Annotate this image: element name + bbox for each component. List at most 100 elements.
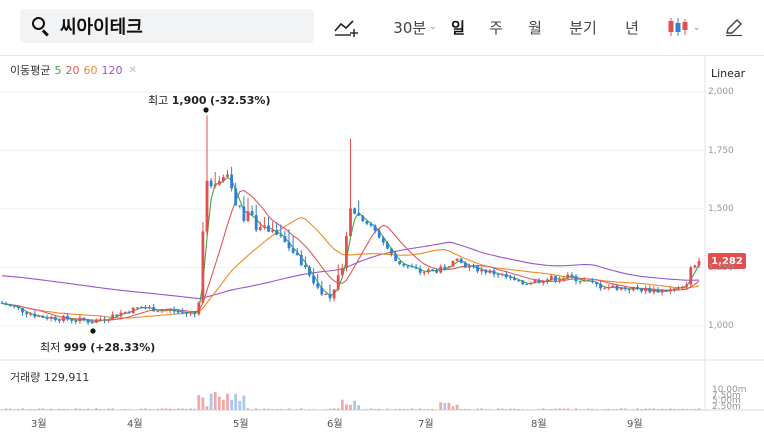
candle-body: [373, 225, 377, 231]
candle-body: [447, 266, 451, 269]
candle-body: [533, 279, 537, 284]
candle-body: [17, 306, 20, 309]
candle-body: [468, 266, 471, 268]
volume-bar: [611, 409, 615, 410]
y-tick-label: 1,500: [708, 204, 734, 214]
volume-bar: [365, 409, 369, 410]
volume-bar: [644, 408, 648, 410]
candle-body: [291, 248, 295, 253]
volume-bar: [406, 408, 410, 410]
candle-body: [140, 307, 143, 309]
candle-body: [357, 213, 361, 216]
volume-bar: [476, 408, 479, 410]
search-icon[interactable]: [30, 15, 52, 37]
x-tick-label: 5월: [233, 419, 249, 430]
tab-day[interactable]: 일: [448, 14, 468, 40]
candle-body: [4, 303, 8, 306]
volume-bar: [316, 409, 320, 410]
candle-body: [500, 274, 504, 276]
pencil-icon[interactable]: [722, 14, 746, 40]
volume-bar: [558, 408, 561, 410]
volume-bar: [258, 409, 262, 410]
candle-body: [541, 282, 545, 284]
candle-body: [119, 312, 123, 317]
volume-bar: [386, 408, 389, 410]
candle-body: [176, 311, 180, 313]
volume-bar: [357, 405, 361, 410]
volume-bar: [472, 409, 475, 410]
candle-body: [308, 267, 311, 276]
candle-body: [226, 174, 229, 177]
volume-bar: [455, 404, 459, 410]
candle-body: [402, 263, 406, 266]
low-value: 999: [63, 341, 87, 354]
candle-body: [312, 275, 315, 284]
volume-bar: [82, 409, 86, 410]
candle-body: [324, 294, 328, 296]
candle-body: [201, 231, 205, 303]
volume-bar: [324, 409, 328, 410]
candle-body: [627, 289, 631, 291]
volume-bar: [267, 408, 270, 410]
volume-bar: [480, 408, 484, 410]
candle-body: [242, 206, 246, 221]
candle-body: [406, 265, 410, 267]
candle-body: [472, 266, 475, 268]
candle-body: [439, 266, 443, 273]
candle-body: [230, 174, 233, 189]
candle-body: [332, 289, 336, 299]
candle-body: [168, 309, 172, 311]
volume-bar: [685, 409, 689, 410]
high-change: (-32.53%): [210, 94, 271, 107]
volume-bar: [554, 408, 557, 410]
volume-bar: [0, 409, 4, 410]
volume-bar: [509, 408, 512, 410]
candlestick-icon[interactable]: ⌄: [664, 14, 704, 40]
volume-bar: [570, 409, 574, 410]
tab-quarter[interactable]: 분기: [568, 14, 598, 40]
high-price-label: 최고 1,900 (-32.53%): [148, 92, 270, 108]
volume-bar: [312, 409, 315, 410]
volume-bar: [435, 409, 438, 410]
tab-week[interactable]: 주: [486, 14, 506, 40]
volume-bar: [263, 408, 266, 410]
candlesticks: [0, 115, 701, 325]
candle-body: [189, 312, 192, 314]
volume-bar: [320, 409, 324, 410]
high-prefix: 최고: [148, 94, 169, 107]
volume-bar: [74, 408, 78, 410]
candle-body: [336, 275, 340, 290]
volume-bar: [332, 408, 336, 410]
tab-year[interactable]: 년: [622, 14, 642, 40]
volume-bar: [140, 408, 143, 410]
candle-body: [70, 319, 74, 321]
candle-body: [263, 225, 266, 227]
price-chart[interactable]: [0, 56, 764, 433]
volume-bar: [12, 409, 16, 410]
volume-bar: [201, 397, 205, 410]
volume-bar: [353, 400, 356, 410]
chart-indicator-add-icon[interactable]: [332, 14, 360, 40]
candle-body: [652, 289, 656, 293]
volume-bar: [283, 409, 287, 410]
interval-dropdown[interactable]: 30분 ⌄: [392, 14, 438, 40]
volume-bar: [599, 409, 602, 410]
candle-body: [394, 253, 397, 262]
candle-body: [632, 286, 635, 291]
volume-bar: [107, 408, 110, 410]
volume-bar: [533, 409, 537, 410]
x-tick-label: 8월: [531, 419, 547, 430]
volume-bar: [398, 408, 402, 410]
candle-body: [217, 181, 221, 185]
volume-bar: [414, 409, 418, 410]
candle-body: [197, 302, 201, 315]
volume-bar: [4, 408, 8, 410]
candle-body: [525, 284, 529, 286]
tab-month[interactable]: 월: [524, 14, 546, 40]
candle-body: [222, 176, 225, 182]
low-prefix: 최저: [40, 341, 61, 354]
candle-body: [566, 274, 570, 279]
stock-search-box[interactable]: 씨아이테크: [20, 9, 314, 43]
candle-body: [390, 248, 393, 254]
candle-body: [267, 225, 270, 232]
